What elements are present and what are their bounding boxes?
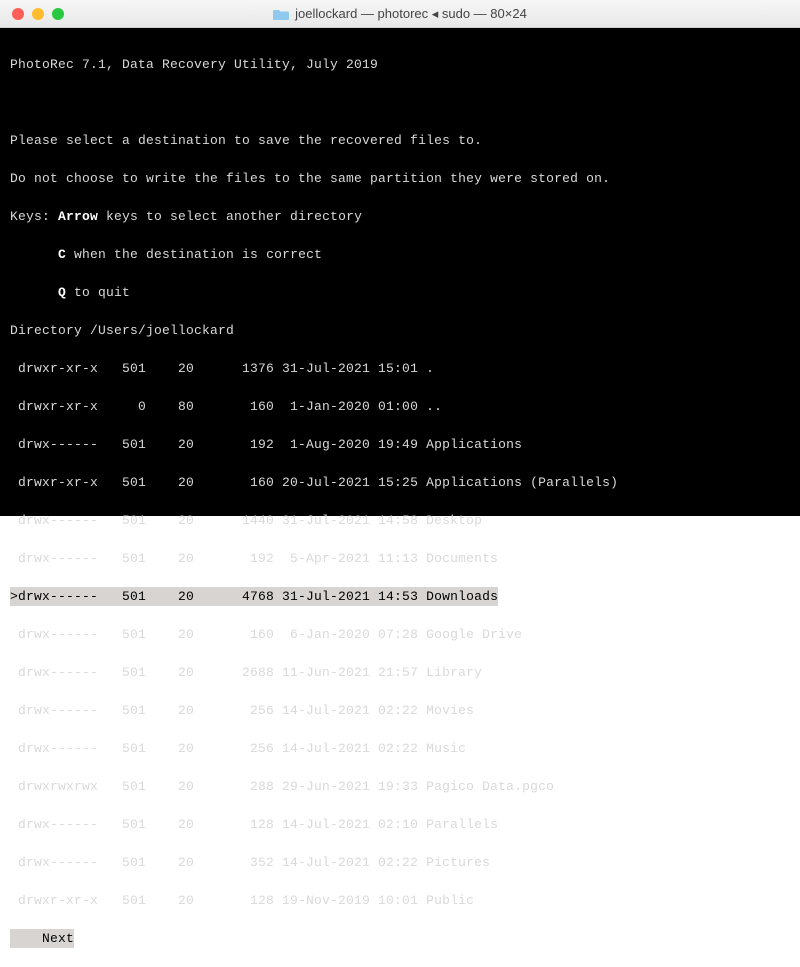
keys-line: Keys: Arrow keys to select another direc… bbox=[10, 207, 790, 226]
next-button[interactable]: Next bbox=[10, 929, 790, 948]
list-item[interactable]: drwx------ 501 20 192 5-Apr-2021 11:13 D… bbox=[10, 549, 790, 568]
keys-rest: to quit bbox=[66, 285, 130, 300]
instruction-line: Do not choose to write the files to the … bbox=[10, 169, 790, 188]
list-item[interactable]: drwx------ 501 20 128 14-Jul-2021 02:10 … bbox=[10, 815, 790, 834]
list-item[interactable]: drwxr-xr-x 501 20 160 20-Jul-2021 15:25 … bbox=[10, 473, 790, 492]
next-label: Next bbox=[10, 929, 74, 948]
instruction-line: Please select a destination to save the … bbox=[10, 131, 790, 150]
window-title-text: joellockard — photorec ◂ sudo — 80×24 bbox=[295, 6, 527, 22]
traffic-lights bbox=[12, 8, 64, 20]
window-title: joellockard — photorec ◂ sudo — 80×24 bbox=[0, 6, 800, 22]
keys-rest: keys to select another directory bbox=[98, 209, 362, 224]
keys-label: Keys: bbox=[10, 209, 58, 224]
close-icon[interactable] bbox=[12, 8, 24, 20]
keys-rest: when the destination is correct bbox=[66, 247, 322, 262]
list-item[interactable]: drwx------ 501 20 352 14-Jul-2021 02:22 … bbox=[10, 853, 790, 872]
keys-c: C bbox=[58, 247, 66, 262]
app-header: PhotoRec 7.1, Data Recovery Utility, Jul… bbox=[10, 55, 790, 74]
blank bbox=[10, 93, 790, 112]
list-item[interactable]: drwx------ 501 20 256 14-Jul-2021 02:22 … bbox=[10, 739, 790, 758]
folder-icon bbox=[273, 8, 289, 20]
minimize-icon[interactable] bbox=[32, 8, 44, 20]
list-item[interactable]: drwxr-xr-x 0 80 160 1-Jan-2020 01:00 .. bbox=[10, 397, 790, 416]
pad bbox=[10, 247, 58, 262]
keys-line: C when the destination is correct bbox=[10, 245, 790, 264]
list-item[interactable]: drwxrwxrwx 501 20 288 29-Jun-2021 19:33 … bbox=[10, 777, 790, 796]
terminal-body[interactable]: PhotoRec 7.1, Data Recovery Utility, Jul… bbox=[0, 28, 800, 516]
directory-path: Directory /Users/joellockard bbox=[10, 321, 790, 340]
list-item[interactable]: drwxr-xr-x 501 20 128 19-Nov-2019 10:01 … bbox=[10, 891, 790, 910]
keys-arrow: Arrow bbox=[58, 209, 98, 224]
list-item-selected[interactable]: >drwx------ 501 20 4768 31-Jul-2021 14:5… bbox=[10, 587, 790, 606]
list-item[interactable]: drwx------ 501 20 160 6-Jan-2020 07:28 G… bbox=[10, 625, 790, 644]
list-item[interactable]: drwx------ 501 20 256 14-Jul-2021 02:22 … bbox=[10, 701, 790, 720]
selected-row-text: >drwx------ 501 20 4768 31-Jul-2021 14:5… bbox=[10, 587, 498, 606]
list-item[interactable]: drwx------ 501 20 1440 31-Jul-2021 14:58… bbox=[10, 511, 790, 530]
list-item[interactable]: drwx------ 501 20 2688 11-Jun-2021 21:57… bbox=[10, 663, 790, 682]
keys-q: Q bbox=[58, 285, 66, 300]
window-titlebar: joellockard — photorec ◂ sudo — 80×24 bbox=[0, 0, 800, 28]
list-item[interactable]: drwx------ 501 20 192 1-Aug-2020 19:49 A… bbox=[10, 435, 790, 454]
pad bbox=[10, 285, 58, 300]
list-item[interactable]: drwxr-xr-x 501 20 1376 31-Jul-2021 15:01… bbox=[10, 359, 790, 378]
maximize-icon[interactable] bbox=[52, 8, 64, 20]
keys-line: Q to quit bbox=[10, 283, 790, 302]
